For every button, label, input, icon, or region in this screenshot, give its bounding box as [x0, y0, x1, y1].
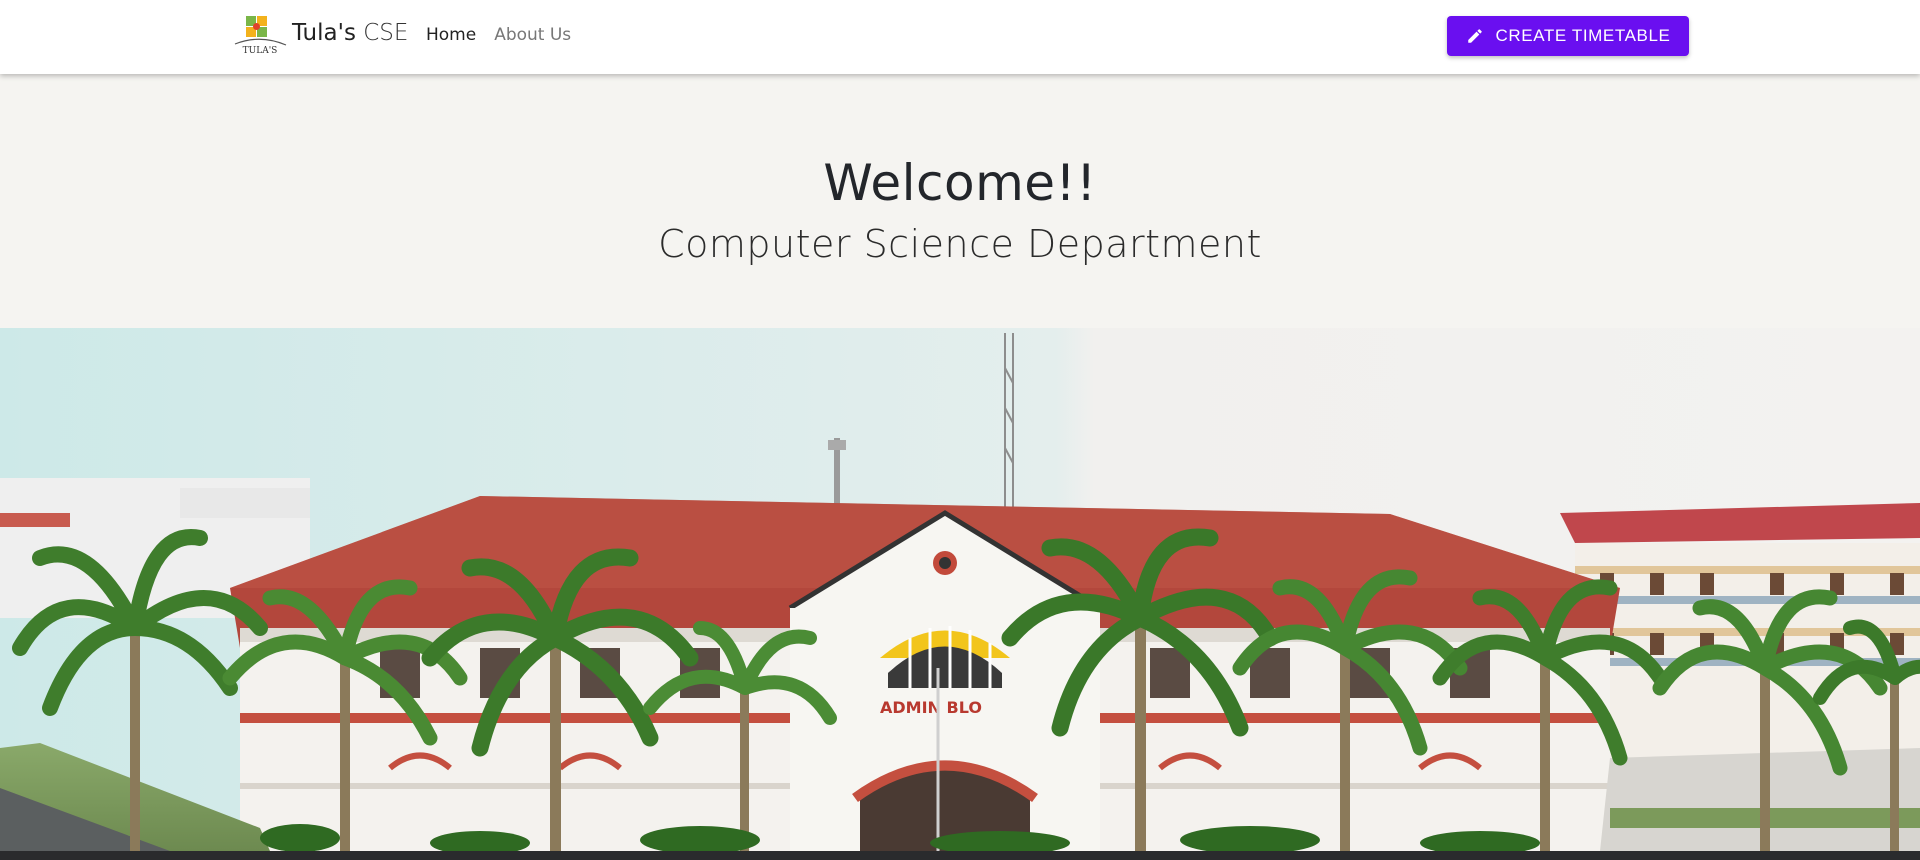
- hero-section: Welcome!! Computer Science Department: [0, 74, 1920, 328]
- nav-links: Home About Us: [426, 25, 571, 45]
- brand-name-light: CSE: [363, 20, 409, 46]
- brand-name: Tula's CSE: [292, 20, 408, 46]
- hero-title: Welcome!!: [823, 154, 1097, 212]
- hero-subtitle: Computer Science Department: [658, 222, 1262, 266]
- pencil-icon: [1466, 27, 1484, 45]
- footer-strip: [0, 851, 1920, 860]
- create-timetable-label: CREATE TIMETABLE: [1495, 26, 1671, 45]
- logo-text: TULA'S: [243, 46, 278, 56]
- nav-link-home[interactable]: Home: [426, 25, 476, 45]
- brand-link[interactable]: TULA'S Tula's CSE: [232, 14, 408, 56]
- top-navbar: TULA'S Tula's CSE Home About Us CREATE T…: [0, 0, 1920, 74]
- campus-photo: ADMIN BLO: [0, 328, 1920, 851]
- create-timetable-button[interactable]: CREATE TIMETABLE: [1447, 16, 1689, 56]
- brand-name-strong: Tula's: [292, 20, 356, 46]
- tulas-logo-icon: TULA'S: [232, 14, 288, 56]
- nav-link-about-us[interactable]: About Us: [494, 25, 571, 45]
- admin-block-sign: ADMIN BLO: [880, 698, 982, 717]
